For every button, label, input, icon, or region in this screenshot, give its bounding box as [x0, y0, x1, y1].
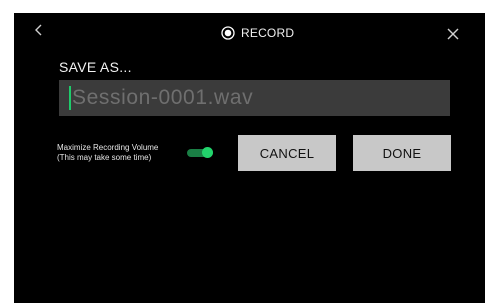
maximize-volume-toggle[interactable] [187, 147, 213, 159]
back-button[interactable] [32, 22, 46, 38]
chevron-left-icon [35, 24, 42, 36]
toggle-knob [202, 147, 213, 158]
close-icon [447, 28, 459, 40]
maximize-volume-label: Maximize Recording Volume (This may take… [57, 143, 158, 163]
maximize-volume-label-line1: Maximize Recording Volume [57, 143, 159, 152]
header-title: RECORD [221, 26, 294, 40]
text-caret [69, 86, 71, 110]
record-radio-icon [221, 26, 235, 40]
record-screen: RECORD SAVE AS... Session-0001.wav Maxim… [14, 13, 485, 303]
header-title-text: RECORD [241, 26, 295, 40]
filename-input[interactable]: Session-0001.wav [59, 80, 450, 116]
save-as-label: SAVE AS... [59, 59, 132, 75]
done-button[interactable]: DONE [353, 135, 451, 171]
filename-value: Session-0001.wav [72, 86, 254, 109]
maximize-volume-label-line2: (This may take some time) [57, 153, 152, 162]
close-button[interactable] [446, 27, 460, 41]
cancel-button[interactable]: CANCEL [238, 135, 336, 171]
